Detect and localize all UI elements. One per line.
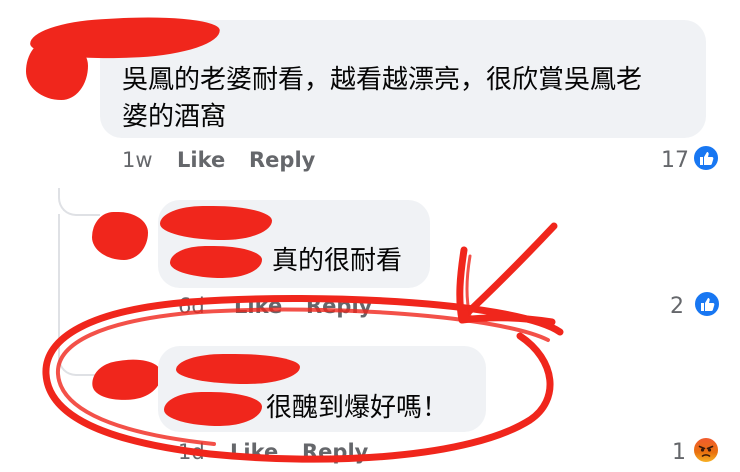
annotation-overlay — [42, 222, 564, 463]
annotation-circle — [42, 295, 564, 463]
annotation-arrow — [456, 222, 558, 326]
